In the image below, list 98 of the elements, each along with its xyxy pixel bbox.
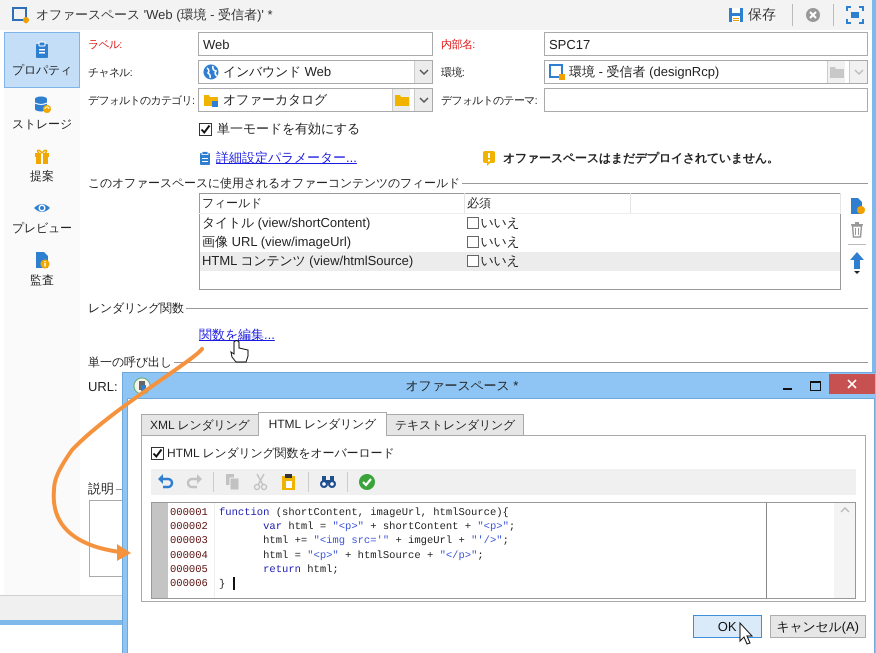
tab[interactable]: HTML レンダリング (258, 412, 388, 436)
folder-icon (828, 65, 844, 79)
minimize-icon (782, 388, 792, 390)
dropdown-button[interactable] (414, 89, 432, 111)
section-title: 単一の呼び出し (88, 353, 868, 371)
description-field[interactable] (89, 500, 123, 577)
tab[interactable]: テキストレンダリング (386, 414, 524, 435)
advanced-settings-link[interactable]: 詳細設定パラメーター... (216, 149, 357, 167)
table-cell: タイトル (view/shortContent) (200, 214, 464, 232)
edit-function-link[interactable]: 関数を編集... (199, 326, 275, 344)
add-field-icon[interactable] (848, 197, 866, 215)
code-line: var html = "<p>" + shortContent + "<p>"; (262, 520, 516, 534)
input-field[interactable] (544, 88, 868, 112)
window-icon (12, 6, 30, 24)
cancel-button[interactable]: キャンセル(A) (770, 615, 866, 638)
field-label: URL: (88, 379, 118, 394)
close-icon[interactable] (805, 7, 821, 23)
field-label: 内部名: (440, 38, 475, 52)
checkbox[interactable] (199, 122, 212, 136)
table-cell: 画像 URL (view/imageUrl) (200, 232, 464, 252)
save-icon (728, 7, 744, 23)
caret-icon (418, 95, 430, 105)
table-cell: いいえ (480, 214, 520, 232)
code-line: html += "<img src='" + imgeUrl + "'/>"; (262, 534, 510, 549)
line-number: 000002 (170, 520, 209, 534)
table-row[interactable]: タイトル (view/shortContent) いいえ (200, 214, 840, 232)
trash-icon[interactable] (849, 221, 865, 238)
line-number: 000003 (170, 534, 209, 549)
checkbox[interactable] (466, 236, 478, 248)
line-number: 000005 (170, 562, 209, 577)
dropdown-field[interactable]: インバウンド Web (198, 60, 433, 84)
code-line: } (219, 576, 766, 592)
save-button[interactable]: 保存 (724, 6, 780, 24)
folder-icon (203, 92, 219, 108)
table-cell: いいえ (480, 252, 520, 270)
column-header: フィールド (200, 194, 464, 214)
caret-icon[interactable] (854, 271, 860, 274)
close-button[interactable] (829, 374, 875, 394)
ok-button[interactable]: OK (692, 615, 762, 638)
app-icon (133, 376, 151, 394)
hand-cursor-icon (230, 340, 248, 362)
document-info-icon (33, 251, 51, 269)
fullscreen-icon[interactable] (846, 6, 864, 24)
binoculars-icon[interactable] (319, 473, 337, 491)
code-line: function (shortContent, imageUrl, htmlSource){ (219, 506, 510, 520)
field-label: デフォルトのテーマ: (440, 94, 538, 108)
dropdown-button[interactable] (414, 61, 432, 83)
field-label: デフォルトのカテゴリ: (88, 94, 194, 108)
checkbox[interactable] (151, 446, 164, 460)
folder-icon (394, 93, 410, 107)
clipboard-icon (199, 150, 211, 166)
caret-icon (418, 67, 430, 77)
table-row[interactable]: 画像 URL (view/imageUrl) いいえ (200, 232, 840, 252)
section-title: レンダリング関数 (88, 299, 868, 317)
input-field[interactable]: Web (198, 32, 433, 56)
table-row[interactable]: HTML コンテンツ (view/htmlSource) いいえ (200, 252, 840, 270)
clipboard-icon (33, 41, 51, 59)
check-icon[interactable] (358, 473, 376, 491)
dropdown-field[interactable]: 環境 - 受信者 (designRcp) (544, 60, 868, 84)
sidebar-item[interactable]: プロパティ (4, 32, 80, 88)
pointer-cursor-icon (740, 622, 754, 645)
field-label: チャネル: (88, 66, 132, 80)
tab[interactable]: XML レンダリング (141, 414, 259, 435)
checkbox-label: 単一モードを有効にする (217, 120, 360, 138)
maximize-icon (810, 380, 820, 390)
window-title: オファースペース * (404, 376, 520, 394)
window-title: オファースペース 'Web (環境 - 受信者)' * (36, 6, 274, 24)
line-number: 000004 (170, 548, 209, 563)
database-icon (33, 95, 51, 113)
checkbox[interactable] (466, 255, 478, 267)
input-field[interactable]: SPC17 (544, 32, 868, 56)
checkbox-label: HTML レンダリング関数をオーバーロード (167, 444, 395, 462)
warning-message: オファースペースはまだデプロイされていません。 (502, 150, 779, 166)
sidebar-item[interactable]: 提案 (4, 140, 80, 192)
code-line: html = "<p>" + htmlSource + "</p>"; (262, 548, 485, 563)
field-label: 環境: (440, 66, 464, 80)
caret-icon (852, 67, 864, 77)
gift-icon (33, 147, 51, 165)
up-arrow-icon[interactable] (849, 251, 865, 269)
sidebar-item[interactable]: ストレージ (4, 88, 80, 140)
environment-icon (549, 64, 565, 80)
field-label: ラベル: (88, 38, 122, 52)
code-line: return html; (262, 562, 340, 577)
paste-icon[interactable] (280, 473, 298, 491)
line-number: 000006 (170, 576, 209, 592)
column-header: 必須 (464, 194, 630, 214)
dropdown-field[interactable]: オファーカタログ (198, 88, 433, 112)
globe-icon (203, 64, 219, 80)
line-number: 000001 (170, 506, 209, 520)
checkbox[interactable] (466, 217, 478, 230)
sidebar-item[interactable]: 監査 (4, 244, 80, 296)
section-title: このオファースペースに使用されるオファーコンテンツのフィールド (88, 174, 868, 192)
table-cell: いいえ (480, 233, 520, 251)
close-icon (847, 378, 857, 388)
warning-icon (482, 150, 495, 166)
sidebar-item[interactable]: プレビュー (4, 192, 80, 244)
table-cell: HTML コンテンツ (view/htmlSource) (200, 252, 464, 270)
undo-icon[interactable] (157, 473, 175, 491)
